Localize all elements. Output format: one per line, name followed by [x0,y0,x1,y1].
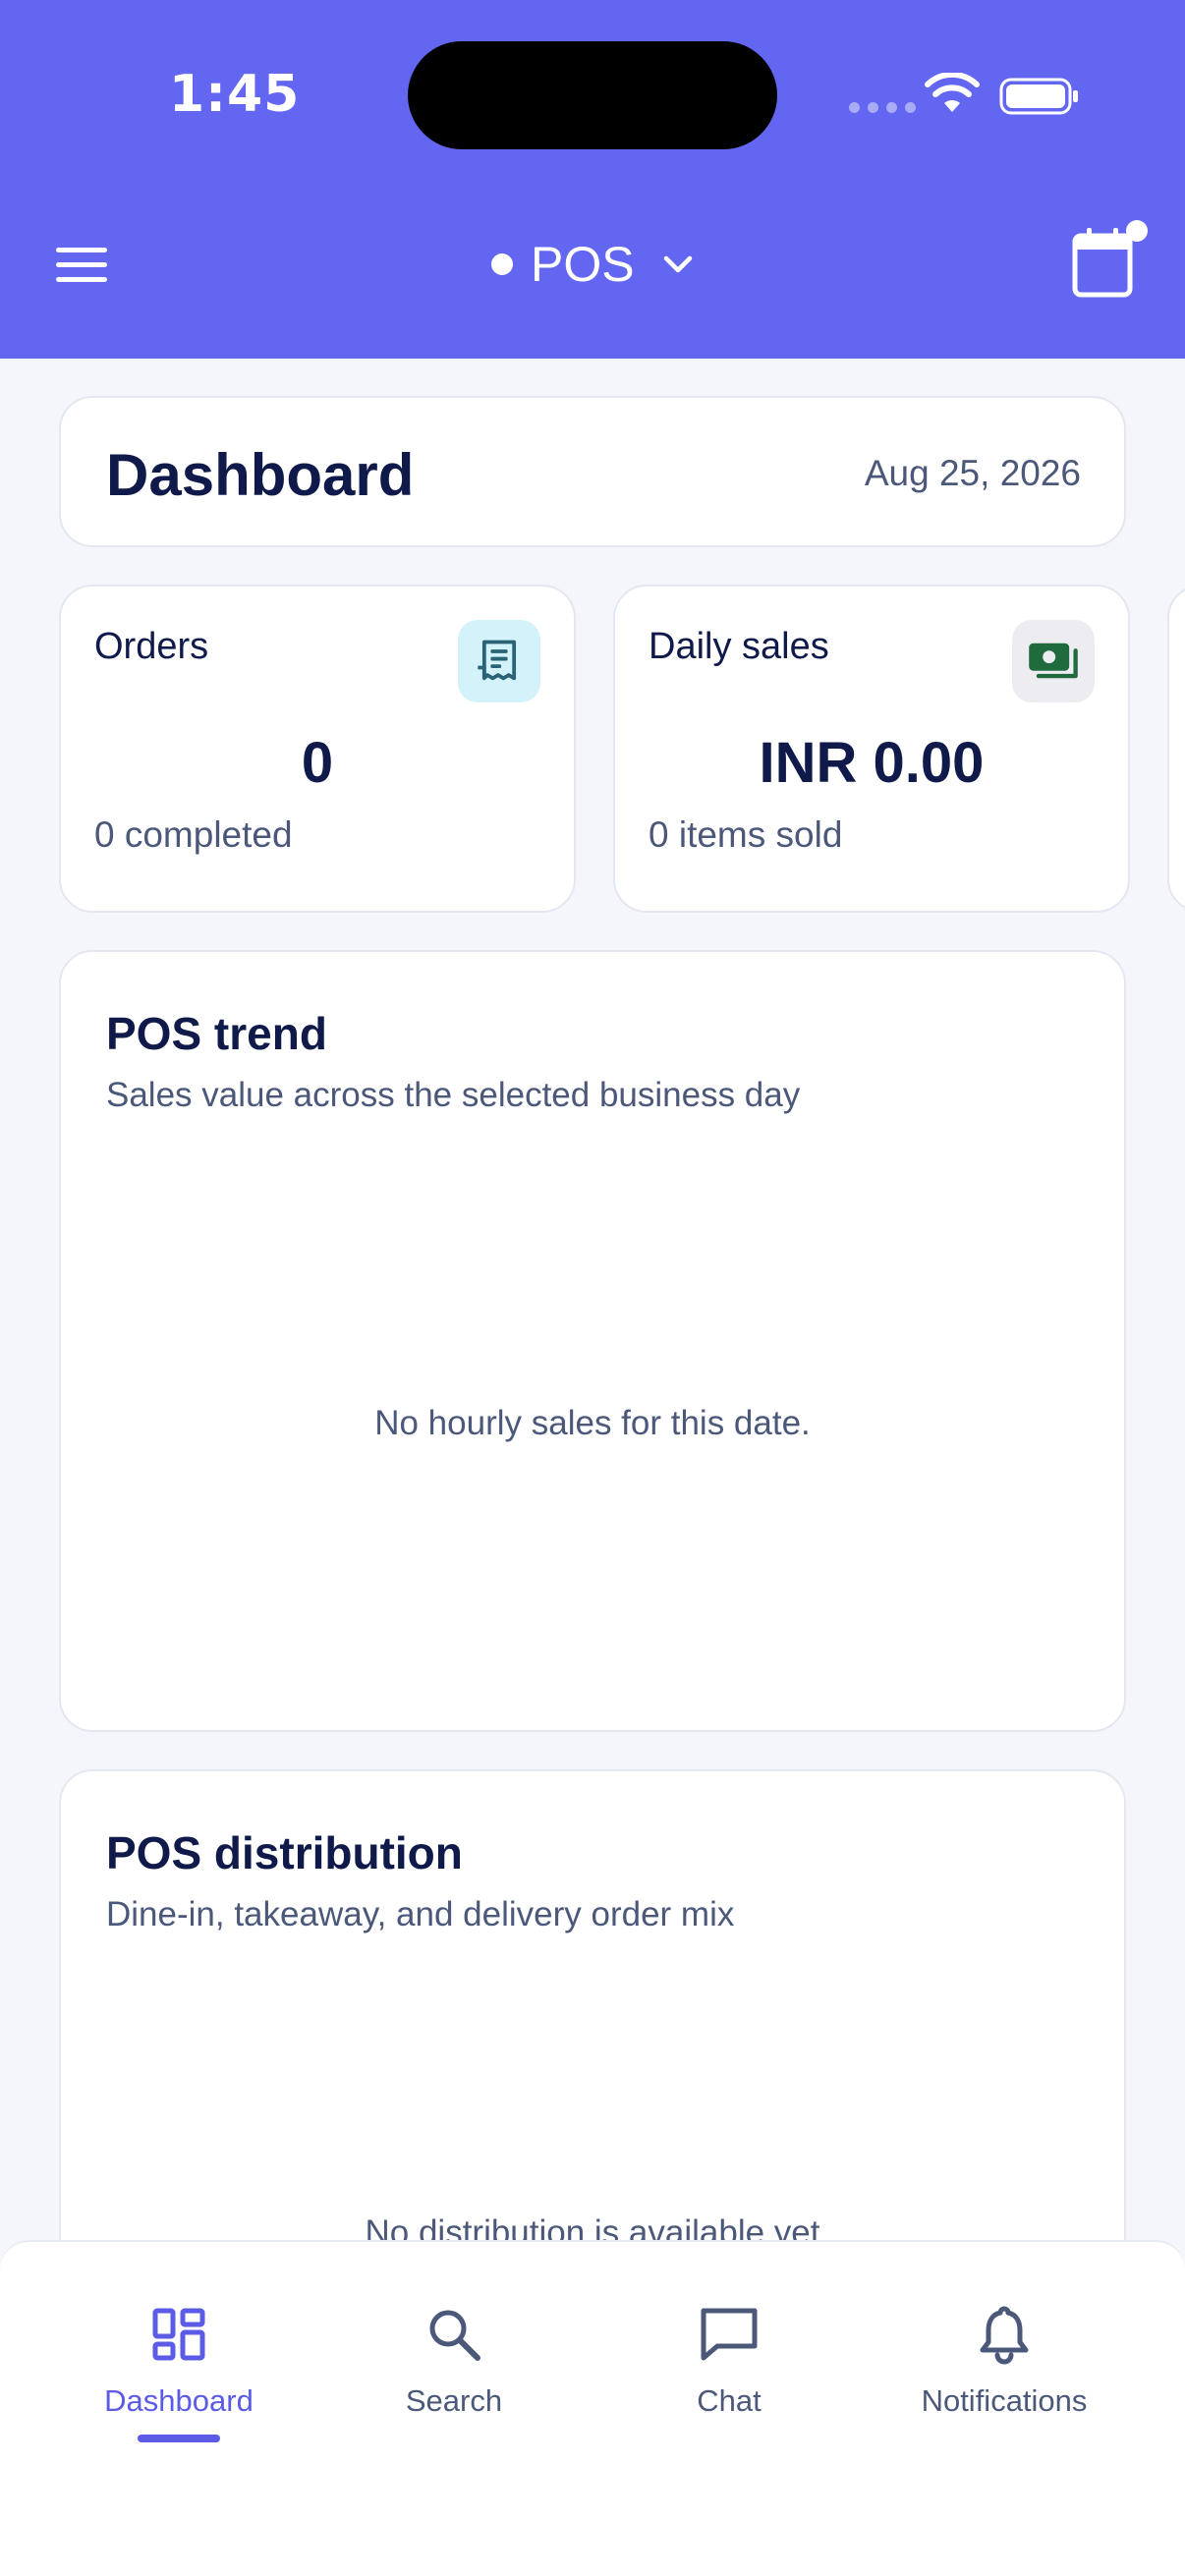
dashboard-header-card: Dashboard Aug 25, 2026 [59,396,1126,547]
pos-trend-card: POS trend Sales value across the selecte… [59,950,1126,1732]
status-dot-icon [491,253,513,275]
pos-selector-label: POS [531,237,635,292]
nav-label: Chat [697,2383,762,2418]
section-subtitle: Dine-in, takeaway, and delivery order mi… [106,1895,735,1933]
bottom-navigation: Dashboard Search Chat Notifications [0,2240,1185,2576]
receipt-icon [458,620,540,702]
dashboard-icon [152,2308,205,2361]
daily-sales-subtitle: 0 items sold [649,814,843,855]
top-app-bar: 1:45 POS [0,0,1185,359]
nav-item-notifications[interactable]: Notifications [876,2303,1132,2450]
bell-icon [980,2306,1029,2365]
nav-label: Dashboard [104,2383,254,2418]
empty-state-message: No hourly sales for this date. [374,1404,811,1442]
next-stat-card-peek[interactable] [1167,585,1185,913]
orders-subtitle: 0 completed [94,814,293,855]
status-time: 1:45 [169,65,301,124]
chat-icon [701,2308,758,2361]
page-title: Dashboard [106,442,415,508]
search-icon [429,2310,480,2361]
dynamic-island [408,41,777,149]
active-tab-indicator [138,2435,220,2442]
pos-selector-dropdown[interactable]: POS [491,232,696,297]
nav-item-search[interactable]: Search [326,2303,582,2450]
section-title: POS distribution [106,1827,463,1878]
section-title: POS trend [106,1008,327,1059]
daily-sales-value: INR 0.00 [759,731,985,795]
hamburger-menu-icon[interactable] [54,244,109,287]
nav-label: Notifications [921,2383,1088,2418]
selected-date[interactable]: Aug 25, 2026 [865,453,1081,494]
cellular-signal-icon [849,102,916,113]
nav-label: Search [405,2383,503,2418]
calendar-icon[interactable] [1071,226,1134,299]
daily-sales-stat-card[interactable]: Daily sales INR 0.00 0 items sold [613,585,1130,913]
section-subtitle: Sales value across the selected business… [106,1076,801,1114]
stat-title: Orders [94,626,209,667]
stat-title: Daily sales [649,626,829,667]
app-screen: 1:45 POS Dashboard Aug 25, 2026 Orders 0… [0,0,1185,2576]
orders-stat-card[interactable]: Orders 0 0 completed [59,585,576,913]
chevron-down-icon [663,255,692,273]
orders-value: 0 [301,731,334,795]
nav-item-chat[interactable]: Chat [601,2303,857,2450]
battery-icon [999,78,1078,115]
nav-item-dashboard[interactable]: Dashboard [51,2303,307,2450]
cash-icon [1012,620,1095,702]
wifi-icon [925,73,980,112]
calendar-badge [1126,220,1148,242]
